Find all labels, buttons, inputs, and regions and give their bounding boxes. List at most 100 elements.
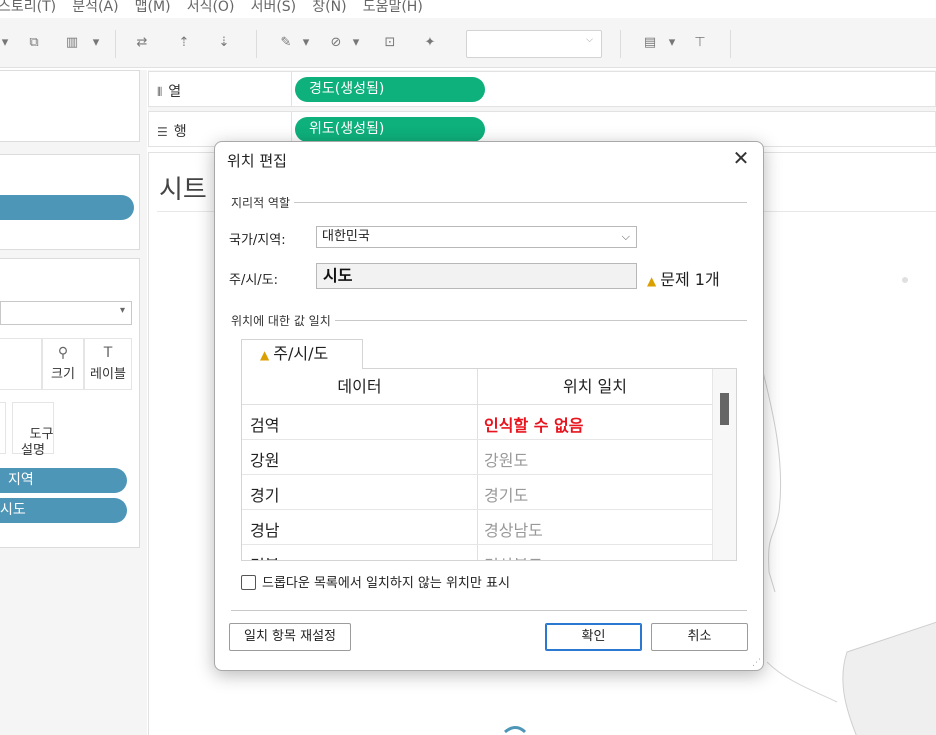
sido-pill[interactable]: 시도 [0, 498, 127, 523]
close-icon[interactable]: ✕ [729, 146, 753, 170]
toolbar-divider [730, 30, 731, 58]
resize-grip-icon[interactable]: ⋰ [752, 658, 761, 668]
reset-matches-button[interactable]: 일치 항목 재설정 [229, 623, 351, 651]
island [902, 277, 908, 283]
columns-icon: ⦀ [157, 85, 163, 99]
edit-locations-dialog: 위치 편집 ✕ 지리적 역할 국가/지역: 대한민국 ⌵ 주/시/도: 시도 ▲… [214, 141, 764, 671]
table-scrollbar[interactable] [712, 369, 736, 560]
ok-button[interactable]: 확인 [545, 623, 642, 651]
show-me-icon[interactable]: ▤ [638, 32, 662, 54]
sort-caret-icon: ^ [594, 369, 603, 374]
dropdown-arrow-icon[interactable]: ▾ [300, 32, 312, 54]
dropdown-arrow-icon[interactable]: ▾ [350, 32, 362, 54]
table-row[interactable]: 경기 경기도 [242, 475, 712, 510]
table-row[interactable]: 경남 경상남도 [242, 510, 712, 545]
dropdown-arrow-icon[interactable]: ▾ [0, 32, 10, 54]
filters-card [0, 154, 140, 250]
table-row[interactable]: 검역 인식할 수 없음 [242, 405, 712, 440]
coastline [766, 661, 838, 703]
dialog-title: 위치 편집 [227, 152, 287, 170]
country-label: 국가/지역: [229, 233, 286, 248]
color-icon [0, 345, 41, 363]
chevron-down-icon: ▾ [119, 305, 125, 316]
chevron-down-icon: ⌵ [621, 230, 630, 243]
filter-pill[interactable] [0, 195, 134, 220]
size-mark-button[interactable]: ⚲ 크기 [42, 338, 84, 390]
chevron-down-icon: ⌵ [586, 35, 593, 45]
sort-ascending-icon[interactable]: ⇡ [172, 32, 196, 54]
fit-combobox[interactable]: ⌵ [466, 30, 602, 58]
columns-shelf-label: ⦀ 열 [157, 84, 182, 100]
issue-indicator[interactable]: ▲ 문제 1개 [647, 266, 720, 290]
warning-icon: ▲ [260, 348, 270, 362]
warning-icon: ▲ [647, 274, 657, 288]
menu-window[interactable]: 창(N) [312, 0, 346, 18]
highlight-icon[interactable]: ✎ [274, 32, 298, 54]
size-icon: ⚲ [57, 345, 69, 361]
table-row[interactable]: 경북 경상북도 [242, 545, 712, 560]
longitude-pill[interactable]: 경도(생성됨) [295, 77, 485, 102]
toolbar-divider [620, 30, 621, 58]
tooltip-mark-button[interactable]: 도구 설명 [12, 402, 54, 458]
column-header-data[interactable]: 데이터 [242, 369, 477, 405]
toolbar-divider [256, 30, 257, 58]
shelves: ⦀ 열 경도(생성됨) ☰ 행 위도(생성됨) [148, 70, 936, 147]
menu-server[interactable]: 서버(S) [251, 0, 297, 18]
show-labels-icon[interactable]: ⊡ [378, 32, 402, 54]
swap-rows-columns-icon[interactable]: ⇄ [130, 32, 154, 54]
toolbar: ▾ ⧉ ▥ ▾ ⇄ ⇡ ⇣ ✎ ▾ ⊘ ▾ ⊡ ✦ ⌵ ▤ ▾ ⊤ [0, 18, 936, 68]
scrollbar-thumb[interactable] [720, 393, 729, 425]
mark-type-select[interactable]: ▾ [0, 301, 132, 325]
menu-map[interactable]: 맵(M) [135, 0, 171, 18]
region-pill[interactable]: 지역 [0, 468, 127, 493]
clear-sheet-icon[interactable]: ▥ [60, 32, 84, 54]
menu-bar: 스토리(T) 분석(A) 맵(M) 서식(O) 서버(S) 창(N) 도움말(H… [0, 0, 936, 18]
presentation-mode-icon[interactable]: ⊤ [688, 32, 712, 54]
sort-descending-icon[interactable]: ⇣ [212, 32, 236, 54]
coastline [762, 371, 782, 593]
shelf-divider [291, 72, 292, 106]
match-cell[interactable]: 인식할 수 없음 [484, 412, 583, 436]
dialog-divider [231, 610, 747, 611]
menu-story[interactable]: 스토리(T) [0, 0, 56, 18]
label-mark-button[interactable]: T 레이블 [84, 338, 132, 390]
menu-analysis[interactable]: 분석(A) [72, 0, 118, 18]
tab-state-province[interactable]: ▲ 주/시/도 [241, 339, 363, 369]
island [504, 726, 527, 734]
column-header-match[interactable]: 위치 일치 [478, 369, 712, 405]
label-label: 레이블 [90, 367, 126, 382]
group-members-icon[interactable]: ⊘ [324, 32, 348, 54]
match-cell[interactable]: 경상남도 [484, 517, 543, 541]
toolbar-divider [115, 30, 116, 58]
latitude-pill[interactable]: 위도(생성됨) [295, 117, 485, 142]
sheet-title: 시트 [159, 175, 207, 205]
rows-shelf-label: ☰ 행 [157, 124, 187, 140]
match-table: 데이터 위치 일치 ^ 검역 인식할 수 없음 강원 강원도 경기 경기도 경남… [241, 368, 737, 561]
state-label: 주/시/도: [229, 273, 279, 288]
country-select[interactable]: 대한민국 ⌵ [316, 226, 637, 248]
menu-format[interactable]: 서식(O) [187, 0, 235, 18]
color-mark-button[interactable] [0, 338, 42, 390]
columns-shelf[interactable]: ⦀ 열 경도(생성됨) [148, 71, 936, 107]
tooltip-label: 도구 설명 [21, 427, 54, 458]
dropdown-arrow-icon[interactable]: ▾ [90, 32, 102, 54]
match-cell[interactable]: 강원도 [484, 447, 528, 471]
table-row[interactable]: 강원 강원도 [242, 440, 712, 475]
menu-help[interactable]: 도움말(H) [363, 0, 423, 18]
state-field-value: 시도 [316, 263, 637, 289]
dropdown-arrow-icon[interactable]: ▾ [666, 32, 678, 54]
text-label-icon: T [103, 345, 113, 361]
cancel-button[interactable]: 취소 [651, 623, 748, 651]
only-unmatched-checkbox[interactable]: 드롭다운 목록에서 일치하지 않는 위치만 표시 [241, 572, 510, 591]
size-label: 크기 [51, 367, 75, 382]
match-values-section: 위치에 대한 값 일치 [231, 312, 747, 328]
pages-card [0, 70, 140, 142]
rows-icon: ☰ [157, 125, 168, 139]
detail-mark-button[interactable] [0, 402, 6, 454]
pin-axes-icon[interactable]: ✦ [418, 32, 442, 54]
match-cell[interactable]: 경상북도 [484, 552, 543, 560]
match-cell[interactable]: 경기도 [484, 482, 528, 506]
checkbox-box[interactable] [241, 575, 256, 590]
duplicate-sheet-icon[interactable]: ⧉ [22, 32, 46, 54]
left-panel: ▾ ⚲ 크기 T 레이블 도구 설명 지역 시도 [0, 70, 147, 735]
